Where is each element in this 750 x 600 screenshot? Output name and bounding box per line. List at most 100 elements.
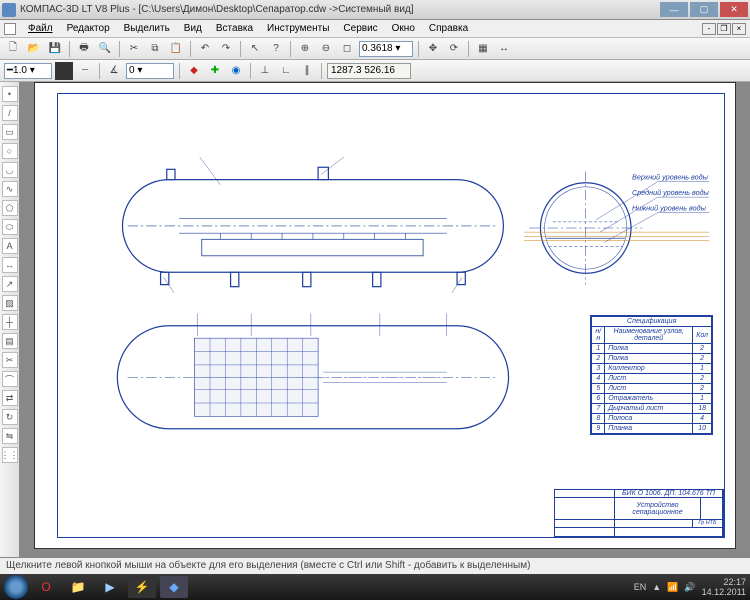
cut-button[interactable]: ✂ <box>125 40 143 58</box>
table-row: 3Коллектор1 <box>592 364 712 374</box>
table-row: 8Полоса4 <box>592 414 712 424</box>
mirror-tool[interactable]: ⇋ <box>2 428 18 444</box>
undo-button[interactable]: ↶ <box>196 40 214 58</box>
drawing-sheet: Верхний уровень воды Средний уровень вод… <box>34 82 736 549</box>
maximize-button[interactable]: ▢ <box>690 2 718 17</box>
system-tray[interactable]: EN ▲ 📶 🔊 22:1714.12.2011 <box>634 577 746 597</box>
minimize-button[interactable]: — <box>660 2 688 17</box>
drawing-canvas[interactable]: Верхний уровень воды Средний уровень вод… <box>20 82 750 557</box>
menu-editor[interactable]: Редактор <box>61 21 116 36</box>
mdi-close[interactable]: × <box>732 23 746 35</box>
angle-button[interactable]: ∟ <box>277 62 295 80</box>
step-combo[interactable]: 0 ▾ <box>126 63 174 79</box>
taskbar: O 📁 ▶ ⚡ ◆ EN ▲ 📶 🔊 22:1714.12.2011 <box>0 574 750 600</box>
linewidth-combo[interactable]: ━ 1.0 ▾ <box>4 63 52 79</box>
menu-window[interactable]: Окно <box>386 21 421 36</box>
menu-insert[interactable]: Вставка <box>210 21 259 36</box>
zoom-out-button[interactable]: ⊖ <box>317 40 335 58</box>
toolbar-1: 🗋 📂 💾 🖶 🔍 ✂ ⧉ 📋 ↶ ↷ ↖ ? ⊕ ⊖ ◻ 0.3618 ▾ ✥… <box>0 38 750 60</box>
table-row: 6Отражатель1 <box>592 394 712 404</box>
copy-button[interactable]: ⧉ <box>146 40 164 58</box>
task-opera[interactable]: O <box>32 576 60 598</box>
title-block: БИК О 1006. ДП. 104.676 ТП Устройство се… <box>554 489 724 537</box>
mdi-minimize[interactable]: - <box>702 23 716 35</box>
close-button[interactable]: ✕ <box>720 2 748 17</box>
document-icon <box>4 23 16 35</box>
axis-tool[interactable]: ┼ <box>2 314 18 330</box>
clock[interactable]: 22:1714.12.2011 <box>702 577 746 597</box>
menu-tools[interactable]: Инструменты <box>261 21 335 36</box>
cursor-tool[interactable]: ↖ <box>246 40 264 58</box>
array-tool[interactable]: ⋮⋮ <box>2 447 18 463</box>
grid-button[interactable]: ▦ <box>474 40 492 58</box>
open-button[interactable]: 📂 <box>25 40 43 58</box>
start-button[interactable] <box>4 575 28 599</box>
print-button[interactable]: 🖶 <box>75 40 93 58</box>
text-tool[interactable]: A <box>2 238 18 254</box>
ellipse-tool[interactable]: ⬭ <box>2 219 18 235</box>
move-tool[interactable]: ⇄ <box>2 390 18 406</box>
zoom-window-button[interactable]: ◻ <box>338 40 356 58</box>
help-cursor[interactable]: ? <box>267 40 285 58</box>
titlebar: КОМПАС-3D LT V8 Plus - [C:\Users\Димон\D… <box>0 0 750 20</box>
color-button[interactable] <box>55 62 73 80</box>
zoom-in-button[interactable]: ⊕ <box>296 40 314 58</box>
point-tool[interactable]: • <box>2 86 18 102</box>
new-button[interactable]: 🗋 <box>4 40 22 58</box>
coords-readout: 1287.3 526.16 <box>327 63 411 79</box>
table-row: 2Полка2 <box>592 354 712 364</box>
task-media[interactable]: ▶ <box>96 576 124 598</box>
toolbar-2: ━ 1.0 ▾ ┄ ∡ 0 ▾ ◆ ✚ ◉ ⊥ ∟ ∥ 1287.3 526.1… <box>0 60 750 82</box>
redo-button[interactable]: ↷ <box>217 40 235 58</box>
arc-tool[interactable]: ◡ <box>2 162 18 178</box>
table-row: 4Лист2 <box>592 374 712 384</box>
tray-network-icon: 📶 <box>667 582 678 593</box>
line-tool[interactable]: / <box>2 105 18 121</box>
left-tool-panel: • / ▭ ○ ◡ ∿ ⬠ ⬭ A ↔ ↗ ▨ ┼ ▤ ✂ ⌒ ⇄ ↻ ⇋ ⋮⋮ <box>0 82 20 557</box>
annotation-mid: Средний уровень воды <box>632 188 709 197</box>
menu-view[interactable]: Вид <box>178 21 208 36</box>
table-row: 9Планка10 <box>592 424 712 434</box>
mdi-restore[interactable]: ❐ <box>717 23 731 35</box>
menu-select[interactable]: Выделить <box>118 21 176 36</box>
ortho-button[interactable]: ⊥ <box>256 62 274 80</box>
rect-tool[interactable]: ▭ <box>2 124 18 140</box>
snap-mid-button[interactable]: ✚ <box>206 62 224 80</box>
specification-table: Спецификация н/нНаименование узлов, дета… <box>590 315 713 435</box>
spline-tool[interactable]: ∿ <box>2 181 18 197</box>
fillet-tool[interactable]: ⌒ <box>2 371 18 387</box>
menu-help[interactable]: Справка <box>423 21 474 36</box>
task-explorer[interactable]: 📁 <box>64 576 92 598</box>
status-text: Щелкните левой кнопкой мыши на объекте д… <box>6 560 530 571</box>
table-tool[interactable]: ▤ <box>2 333 18 349</box>
snap-angle-button[interactable]: ∡ <box>105 62 123 80</box>
snap-center-button[interactable]: ◉ <box>227 62 245 80</box>
task-kompas[interactable]: ◆ <box>160 576 188 598</box>
measure-button[interactable]: ↔ <box>495 40 513 58</box>
preview-button[interactable]: 🔍 <box>96 40 114 58</box>
spec-title: Спецификация <box>592 317 712 327</box>
dim-tool[interactable]: ↔ <box>2 257 18 273</box>
snap-end-button[interactable]: ◆ <box>185 62 203 80</box>
tray-lang[interactable]: EN <box>634 582 647 592</box>
save-button[interactable]: 💾 <box>46 40 64 58</box>
pan-button[interactable]: ✥ <box>424 40 442 58</box>
zoom-combo[interactable]: 0.3618 ▾ <box>359 41 413 57</box>
tray-flag-icon: ▲ <box>652 582 661 592</box>
circle-tool[interactable]: ○ <box>2 143 18 159</box>
work-area: • / ▭ ○ ◡ ∿ ⬠ ⬭ A ↔ ↗ ▨ ┼ ▤ ✂ ⌒ ⇄ ↻ ⇋ ⋮⋮ <box>0 82 750 557</box>
linestyle-button[interactable]: ┄ <box>76 62 94 80</box>
paste-button[interactable]: 📋 <box>167 40 185 58</box>
hatch-tool[interactable]: ▨ <box>2 295 18 311</box>
status-bar: Щелкните левой кнопкой мыши на объекте д… <box>0 557 750 574</box>
task-winamp[interactable]: ⚡ <box>128 576 156 598</box>
polygon-tool[interactable]: ⬠ <box>2 200 18 216</box>
menu-service[interactable]: Сервис <box>337 21 383 36</box>
parallel-button[interactable]: ∥ <box>298 62 316 80</box>
refresh-button[interactable]: ⟳ <box>445 40 463 58</box>
trim-tool[interactable]: ✂ <box>2 352 18 368</box>
app-icon <box>2 3 16 17</box>
rotate-tool[interactable]: ↻ <box>2 409 18 425</box>
leader-tool[interactable]: ↗ <box>2 276 18 292</box>
menu-file[interactable]: Файл <box>22 21 59 36</box>
